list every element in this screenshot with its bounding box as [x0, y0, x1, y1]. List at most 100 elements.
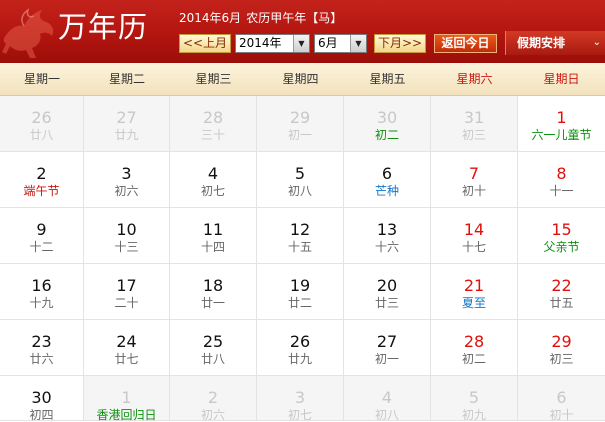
day-number: 29: [551, 332, 572, 351]
lunar-year-text: 农历甲午年【马】: [246, 11, 343, 25]
lunar-date-label: 廿六: [29, 352, 54, 366]
lunar-date-label: 初九: [461, 408, 486, 422]
weekday-label: 星期四: [282, 72, 319, 86]
day-cell[interactable]: 28 三十: [170, 96, 257, 152]
lunar-date-label: 初三: [461, 128, 486, 142]
day-cell[interactable]: 29 初一: [257, 96, 344, 152]
lunar-date-label: 十一: [549, 184, 574, 198]
day-cell[interactable]: 26 廿八: [0, 96, 84, 152]
day-cell[interactable]: 9 十二: [0, 208, 84, 264]
day-number: 5: [468, 388, 480, 407]
lunar-date-label: 初四: [29, 408, 54, 422]
day-cell[interactable]: 16 十九: [0, 264, 84, 320]
lunar-date-label: 十七: [461, 240, 486, 254]
day-cell[interactable]: 6 芒种: [344, 152, 431, 208]
calendar-grid: 26 廿八 27 廿九 28 三十 29 初一 30 初二 31 初三 1 六一儿童节 2 端午节 3 初六 4 初七…: [0, 96, 605, 422]
lunar-date-label: 廿九: [287, 352, 312, 366]
day-cell[interactable]: 26 廿九: [257, 320, 344, 376]
weekday-label: 星期六: [456, 72, 493, 86]
day-cell[interactable]: 15 父亲节: [518, 208, 605, 264]
lunar-date-label: 十四: [200, 240, 225, 254]
day-cell[interactable]: 31 初三: [431, 96, 518, 152]
lunar-date-label: 三十: [200, 128, 225, 142]
day-number: 30: [376, 108, 398, 127]
day-cell[interactable]: 10 十三: [84, 208, 170, 264]
day-number: 22: [551, 276, 572, 295]
current-month-text: 2014年6月: [179, 11, 242, 25]
day-cell[interactable]: 24 廿七: [84, 320, 170, 376]
calendar-header: 万年历 2014年6月 农历甲午年【马】 <<上月 2014年 ▼ 6月 ▼ 下月…: [0, 0, 605, 63]
day-number: 19: [289, 276, 311, 295]
day-number: 5: [294, 164, 306, 183]
day-number: 6: [556, 388, 567, 407]
day-cell[interactable]: 6 初十: [518, 376, 605, 422]
day-number: 10: [116, 220, 137, 239]
lunar-date-label: 端午节: [23, 184, 60, 198]
lunar-date-label: 初二: [461, 352, 486, 366]
day-cell[interactable]: 11 十四: [170, 208, 257, 264]
lunar-date-label: 廿五: [549, 296, 574, 310]
day-cell[interactable]: 28 初二: [431, 320, 518, 376]
day-cell[interactable]: 17 二十: [84, 264, 170, 320]
lunar-date-label: 廿九: [114, 128, 139, 142]
lunar-date-label: 初八: [374, 408, 399, 422]
day-cell[interactable]: 3 初六: [84, 152, 170, 208]
day-number: 26: [31, 108, 52, 127]
lunar-date-label: 父亲节: [543, 240, 580, 254]
lunar-date-label: 廿三: [374, 296, 399, 310]
day-cell[interactable]: 7 初十: [431, 152, 518, 208]
day-cell[interactable]: 1 香港回归日: [84, 376, 170, 422]
day-number: 31: [463, 108, 485, 127]
day-cell[interactable]: 19 廿二: [257, 264, 344, 320]
day-number: 2: [36, 164, 47, 183]
holiday-schedule-dropdown[interactable]: 假期安排 ⌄: [505, 31, 605, 55]
weekday-header-row: 星期一 星期二 星期三 星期四 星期五 星期六 星期日: [0, 63, 605, 96]
day-cell[interactable]: 1 六一儿童节: [518, 96, 605, 152]
holiday-schedule-label: 假期安排: [517, 36, 566, 50]
day-cell[interactable]: 22 廿五: [518, 264, 605, 320]
day-cell[interactable]: 12 十五: [257, 208, 344, 264]
day-number: 15: [551, 220, 572, 239]
lunar-date-label: 二十: [114, 296, 139, 310]
next-month-button[interactable]: 下月>>: [374, 34, 426, 53]
year-select-value: 2014年: [239, 36, 282, 50]
day-number: 3: [121, 164, 132, 183]
day-cell[interactable]: 5 初八: [257, 152, 344, 208]
day-cell[interactable]: 2 端午节: [0, 152, 84, 208]
day-cell[interactable]: 25 廿八: [170, 320, 257, 376]
current-date-info: 2014年6月 农历甲午年【马】: [179, 10, 342, 26]
month-select[interactable]: 6月 ▼: [314, 34, 367, 53]
weekday-label: 星期五: [369, 72, 406, 86]
day-cell[interactable]: 3 初七: [257, 376, 344, 422]
day-cell[interactable]: 23 廿六: [0, 320, 84, 376]
day-cell[interactable]: 21 夏至: [431, 264, 518, 320]
day-number: 11: [202, 220, 224, 239]
day-cell[interactable]: 8 十一: [518, 152, 605, 208]
day-cell[interactable]: 2 初六: [170, 376, 257, 422]
day-cell[interactable]: 30 初二: [344, 96, 431, 152]
day-cell[interactable]: 27 初一: [344, 320, 431, 376]
year-select[interactable]: 2014年 ▼: [235, 34, 310, 53]
day-cell[interactable]: 4 初七: [170, 152, 257, 208]
lunar-date-label: 十二: [29, 240, 54, 254]
prev-month-button[interactable]: <<上月: [179, 34, 231, 53]
day-number: 30: [31, 388, 52, 407]
day-cell[interactable]: 30 初四: [0, 376, 84, 422]
day-cell[interactable]: 5 初九: [431, 376, 518, 422]
day-number: 27: [376, 332, 398, 351]
lunar-date-label: 六一儿童节: [531, 128, 592, 142]
day-cell[interactable]: 27 廿九: [84, 96, 170, 152]
app-logo-title: 万年历: [58, 10, 149, 44]
day-number: 13: [376, 220, 398, 239]
day-number: 28: [202, 108, 224, 127]
lunar-date-label: 十三: [114, 240, 139, 254]
day-cell[interactable]: 14 十七: [431, 208, 518, 264]
day-cell[interactable]: 20 廿三: [344, 264, 431, 320]
day-cell[interactable]: 18 廿一: [170, 264, 257, 320]
back-to-today-button[interactable]: 返回今日: [434, 34, 497, 53]
day-number: 9: [36, 220, 47, 239]
chevron-down-icon: ▼: [293, 35, 309, 52]
day-cell[interactable]: 13 十六: [344, 208, 431, 264]
day-cell[interactable]: 4 初八: [344, 376, 431, 422]
day-cell[interactable]: 29 初三: [518, 320, 605, 376]
